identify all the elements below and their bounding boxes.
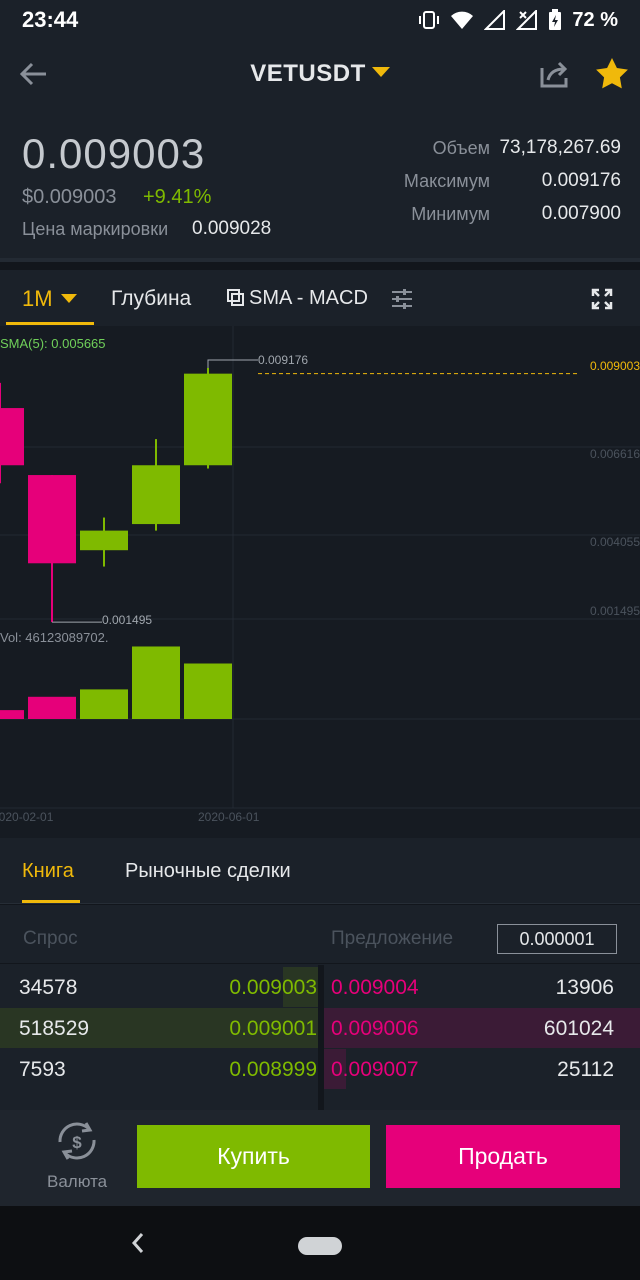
system-nav-bar	[0, 1206, 640, 1280]
last-price: 0.009003	[22, 130, 206, 177]
mark-price-label: Цена маркировки	[22, 219, 169, 239]
sell-button[interactable]: Продать	[386, 1125, 620, 1188]
indicators-icon[interactable]	[227, 289, 244, 306]
sma-label: SMA(5): 0.005665	[0, 336, 106, 351]
candle-body	[184, 373, 232, 466]
wifi-icon	[451, 11, 474, 29]
svg-text:$: $	[72, 1133, 82, 1152]
volume-value: 73,178,267.69	[499, 137, 621, 158]
min-marker-label: 0.001495	[102, 613, 153, 627]
signal-icon	[484, 10, 506, 30]
currency-convert-icon[interactable]: $	[52, 1120, 102, 1162]
battery-level: 72 %	[572, 8, 618, 31]
ask-quantity: 13906	[555, 976, 614, 999]
status-bar: 23:44 72 %	[0, 0, 640, 40]
book-tabs: Книга Рыночные сделки	[0, 838, 640, 904]
book-divider	[0, 963, 640, 964]
chart-canvas	[0, 326, 640, 809]
bid-quantity: 34578	[19, 976, 78, 999]
volume-bar	[132, 646, 180, 719]
ask-price: 0.009006	[331, 1017, 419, 1040]
favorite-star-icon[interactable]	[594, 56, 630, 92]
ask-quantity: 25112	[557, 1058, 614, 1081]
caret-down-icon	[60, 293, 77, 303]
timeframe-label: 1M	[22, 286, 53, 311]
bid-price: 0.009003	[229, 976, 317, 999]
chart-toolbar: 1M Глубина SMA - MACD	[0, 270, 640, 326]
volume-bar	[28, 696, 76, 719]
price-usd: $0.009003	[22, 186, 117, 208]
action-bar: $ Валюта Купить Продать	[0, 1110, 640, 1206]
y-tick-label: 0.001495	[589, 604, 640, 618]
order-book: Спрос Предложение 0.000001 34578 0.00900…	[0, 905, 640, 1110]
y-tick-label: 0.006616	[589, 447, 640, 461]
price-step-selector[interactable]: 0.000001	[497, 924, 617, 954]
candle-body	[28, 475, 76, 564]
bid-price: 0.008999	[229, 1058, 317, 1081]
x-tick-label: 2020-06-01	[198, 810, 260, 824]
low-value: 0.007900	[541, 203, 621, 224]
current-price-label: 0.009003	[589, 359, 640, 373]
top-bar: VETUSDT	[0, 40, 640, 108]
nav-back-icon[interactable]	[128, 1230, 148, 1256]
high-value: 0.009176	[541, 170, 621, 191]
candle-body	[80, 530, 128, 551]
bid-price: 0.009001	[229, 1017, 317, 1040]
tab-underline	[22, 900, 80, 903]
candle-body	[132, 465, 180, 525]
timeframe-selector[interactable]: 1M	[22, 286, 77, 312]
timeframe-underline	[6, 322, 94, 325]
price-chart[interactable]: SMA(5): 0.005665 Vol: 46123089702. 0.009…	[0, 326, 640, 838]
tab-order-book[interactable]: Книга	[22, 860, 74, 883]
tab-market-trades[interactable]: Рыночные сделки	[125, 860, 291, 883]
book-center-divider	[318, 965, 324, 1110]
x-tick-label: 2020-02-01	[0, 810, 54, 824]
fullscreen-icon[interactable]	[590, 287, 614, 311]
status-time: 23:44	[22, 7, 79, 32]
bid-header: Спрос	[23, 928, 78, 949]
candle-body	[0, 408, 24, 466]
depth-tab[interactable]: Глубина	[111, 287, 191, 311]
chart-settings-icon[interactable]	[390, 287, 414, 311]
section-divider	[0, 258, 640, 270]
price-change: +9.41%	[143, 186, 212, 208]
currency-label[interactable]: Валюта	[47, 1172, 107, 1192]
status-icons: 72 %	[418, 9, 618, 32]
indicators-tab[interactable]: SMA - MACD	[249, 287, 368, 310]
ask-price: 0.009007	[331, 1058, 419, 1081]
bid-quantity: 518529	[19, 1017, 90, 1040]
max-marker-label: 0.009176	[258, 353, 309, 367]
volume-bar	[80, 689, 128, 719]
share-icon[interactable]	[538, 58, 570, 90]
buy-button[interactable]: Купить	[137, 1125, 370, 1188]
caret-down-icon	[371, 66, 390, 77]
volume-bar	[184, 663, 232, 719]
nav-home-pill[interactable]	[298, 1237, 342, 1255]
mark-price-value: 0.009028	[192, 218, 272, 239]
pair-name: VETUSDT	[250, 60, 366, 87]
y-tick-label: 0.004055	[589, 535, 640, 549]
vibrate-icon	[419, 11, 440, 29]
volume-label: Vol: 46123089702.	[0, 630, 109, 645]
no-signal-icon	[516, 10, 538, 30]
high-label: Максимум	[403, 171, 490, 191]
bid-quantity: 7593	[19, 1058, 66, 1081]
low-label: Минимум	[411, 204, 490, 224]
ask-price: 0.009004	[331, 976, 419, 999]
battery-icon	[549, 9, 562, 30]
ask-header: Предложение	[331, 928, 454, 949]
volume-label: Объем	[432, 138, 490, 158]
price-header: 0.009003 $0.009003 +9.41% Цена маркировк…	[0, 108, 640, 258]
ask-quantity: 601024	[543, 1017, 614, 1040]
volume-bar	[0, 710, 24, 719]
